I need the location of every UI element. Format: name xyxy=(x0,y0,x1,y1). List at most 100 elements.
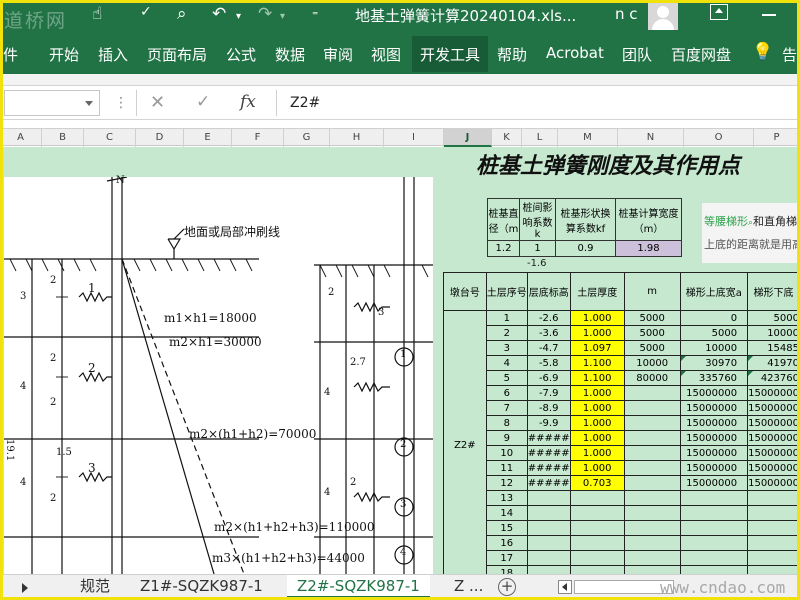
tab-baidu-netdisk[interactable]: 百度网盘 xyxy=(671,44,731,65)
thickness-cell[interactable]: 1.000 xyxy=(569,310,625,326)
param-value-shape[interactable]: 0.9 xyxy=(555,240,616,257)
m-cell[interactable] xyxy=(623,475,681,491)
customize-qat-icon[interactable]: ⁼ xyxy=(312,8,318,22)
ground-elevation-cell[interactable]: -1.6 xyxy=(527,258,547,269)
lower-width-cell[interactable]: 15485 xyxy=(747,340,800,356)
upper-width-cell[interactable]: 15000000 xyxy=(679,445,749,461)
column-header-e[interactable]: E xyxy=(184,129,232,147)
header-thickness[interactable]: 土层厚度 xyxy=(569,272,625,311)
name-box-dropdown-icon[interactable] xyxy=(85,101,93,106)
column-header-g[interactable]: G xyxy=(284,129,330,147)
layer-no-cell[interactable]: 10 xyxy=(485,445,528,461)
sheet-scroll-right-icon[interactable] xyxy=(22,583,28,593)
layer-no-cell[interactable]: 8 xyxy=(485,415,528,431)
touch-mode-icon[interactable]: ☝ xyxy=(92,4,102,24)
elevation-cell[interactable]: -4.7 xyxy=(526,340,571,356)
column-header-d[interactable]: D xyxy=(136,129,184,147)
column-header-k[interactable]: K xyxy=(492,129,522,147)
thickness-cell[interactable] xyxy=(569,535,625,551)
layer-no-cell[interactable]: 11 xyxy=(485,460,528,476)
lower-width-cell[interactable]: 10000 xyxy=(747,325,800,341)
m-cell[interactable] xyxy=(623,415,681,431)
pier-label-cell[interactable]: Z2# xyxy=(443,310,487,581)
enter-check-icon[interactable]: ✓ xyxy=(196,92,210,112)
thickness-cell[interactable]: 1.000 xyxy=(569,400,625,416)
m-cell[interactable]: 80000 xyxy=(623,370,681,386)
header-pier[interactable]: 墩台号 xyxy=(443,272,487,311)
upper-width-cell[interactable]: 15000000 xyxy=(679,415,749,431)
m-cell[interactable] xyxy=(623,430,681,446)
formula-input[interactable]: Z2# xyxy=(276,90,796,116)
thickness-cell[interactable]: 1.097 xyxy=(569,340,625,356)
minimize-icon[interactable] xyxy=(762,14,776,16)
tab-data[interactable]: 数据 xyxy=(275,44,305,65)
elevation-cell[interactable]: -7.9 xyxy=(526,385,571,401)
layer-no-cell[interactable]: 3 xyxy=(485,340,528,356)
thickness-cell[interactable] xyxy=(569,490,625,506)
lower-width-cell[interactable]: 15000000 xyxy=(747,445,800,461)
upper-width-cell[interactable] xyxy=(679,505,749,521)
m-cell[interactable] xyxy=(623,550,681,566)
m-cell[interactable] xyxy=(623,445,681,461)
tell-me-lightbulb-icon[interactable]: 💡 xyxy=(752,42,773,62)
tab-home[interactable]: 开始 xyxy=(49,44,79,65)
m-cell[interactable] xyxy=(623,520,681,536)
note-box[interactable]: 等腰梯形⌕和直角梯 上底的距离就是用高 xyxy=(702,203,800,263)
layer-no-cell[interactable]: 17 xyxy=(485,550,528,566)
sheet-tab-more[interactable]: Z ... xyxy=(444,575,493,599)
elevation-cell[interactable] xyxy=(526,490,571,506)
redo-icon[interactable]: ↷ xyxy=(258,4,272,24)
upper-width-cell[interactable]: 10000 xyxy=(679,340,749,356)
thickness-cell[interactable]: 1.000 xyxy=(569,385,625,401)
header-upper-width[interactable]: 梯形上底宽a xyxy=(679,272,749,311)
lower-width-cell[interactable] xyxy=(747,505,800,521)
thickness-cell[interactable]: 1.100 xyxy=(569,355,625,371)
name-box[interactable] xyxy=(4,90,100,116)
spelling-icon[interactable]: ✓ xyxy=(140,4,152,20)
m-cell[interactable]: 5000 xyxy=(623,310,681,326)
lower-width-cell[interactable]: 15000000 xyxy=(747,385,800,401)
upper-width-cell[interactable] xyxy=(679,535,749,551)
lower-width-cell[interactable] xyxy=(747,490,800,506)
upper-width-cell[interactable]: 15000000 xyxy=(679,475,749,491)
sheet-tab-spec[interactable]: 规范 xyxy=(70,575,120,599)
tab-formulas[interactable]: 公式 xyxy=(226,44,256,65)
layer-no-cell[interactable]: 5 xyxy=(485,370,528,386)
lower-width-cell[interactable]: 15000000 xyxy=(747,460,800,476)
header-elevation[interactable]: 层底标高 xyxy=(526,272,571,311)
upper-width-cell[interactable]: 30970 xyxy=(679,355,749,371)
layer-no-cell[interactable]: 13 xyxy=(485,490,528,506)
param-value-influence[interactable]: 1 xyxy=(519,240,556,257)
sheet-tab-z2[interactable]: Z2#-SQZK987-1 xyxy=(287,575,430,599)
tab-view[interactable]: 视图 xyxy=(371,44,401,65)
layer-no-cell[interactable]: 14 xyxy=(485,505,528,521)
layer-no-cell[interactable]: 12 xyxy=(485,475,528,491)
undo-dropdown-icon[interactable]: ▾ xyxy=(236,11,241,22)
layer-no-cell[interactable]: 7 xyxy=(485,400,528,416)
sheet-tab-z1[interactable]: Z1#-SQZK987-1 xyxy=(130,575,273,599)
redo-dropdown-icon[interactable]: ▾ xyxy=(280,11,285,22)
column-header-i[interactable]: I xyxy=(384,129,444,147)
upper-width-cell[interactable]: 5000 xyxy=(679,325,749,341)
upper-width-cell[interactable]: 15000000 xyxy=(679,385,749,401)
m-cell[interactable]: 5000 xyxy=(623,340,681,356)
column-header-n[interactable]: N xyxy=(618,129,684,147)
elevation-cell[interactable]: -8.9 xyxy=(526,400,571,416)
tab-file[interactable]: 件 xyxy=(3,44,18,65)
upper-width-cell[interactable]: 15000000 xyxy=(679,430,749,446)
lower-width-cell[interactable]: 15000000 xyxy=(747,415,800,431)
column-header-c[interactable]: C xyxy=(84,129,136,147)
upper-width-cell[interactable]: 15000000 xyxy=(679,400,749,416)
add-sheet-icon[interactable]: + xyxy=(498,578,516,596)
elevation-cell[interactable]: ##### xyxy=(526,475,571,491)
lower-width-cell[interactable]: 423760 xyxy=(747,370,800,386)
column-header-p[interactable]: P xyxy=(754,129,800,147)
upper-width-cell[interactable]: 335760 xyxy=(679,370,749,386)
cancel-icon[interactable]: ✕ xyxy=(150,92,165,113)
elevation-cell[interactable]: -5.8 xyxy=(526,355,571,371)
upper-width-cell[interactable]: 15000000 xyxy=(679,460,749,476)
thickness-cell[interactable] xyxy=(569,550,625,566)
upper-width-cell[interactable] xyxy=(679,490,749,506)
param-header-width[interactable]: 桩基计算宽度（m） xyxy=(615,198,682,241)
undo-icon[interactable]: ↶ xyxy=(212,4,226,24)
